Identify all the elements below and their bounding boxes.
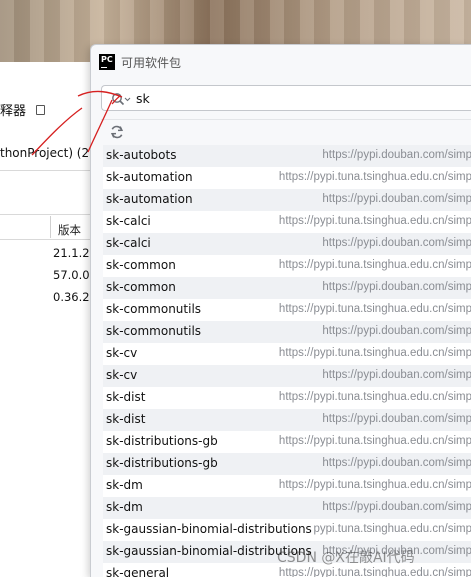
package-name: sk-gaussian-binomial-distributions [106,544,312,558]
divider [0,214,100,215]
repository-url: https://pypi.douban.com/simp [322,413,471,425]
package-name: sk-automation [106,170,193,184]
column-separator [50,216,51,238]
list-item[interactable]: sk-dm https://pypi.douban.com/simp [103,497,471,519]
divider [101,119,471,120]
repository-url: https://pypi.douban.com/simp [322,281,471,293]
repository-url: https://pypi.tuna.tsinghua.edu.cn/simp [278,391,471,403]
list-item[interactable]: sk-commonutils https://pypi.tuna.tsinghua… [103,299,471,321]
repository-url: https://pypi.douban.com/simp [322,545,471,557]
project-interpreter-select[interactable]: thonProject) (2) [0,146,94,160]
repository-url: https://pypi.douban.com/simp [322,149,471,161]
package-name: sk-dist [106,412,146,426]
search-input[interactable] [136,89,436,107]
package-version: 21.1.2 [53,246,90,260]
list-item[interactable]: sk-commonutils https://pypi.douban.com/si… [103,321,471,343]
package-name: sk-dist [106,390,146,404]
list-item[interactable]: sk-calci https://pypi.douban.com/simp [103,233,471,255]
package-name: sk-dm [106,500,143,514]
window-icon[interactable] [36,105,45,115]
list-item[interactable]: sk-gaussian-binomial-distributions https:… [103,541,471,563]
list-item[interactable]: sk-cv https://pypi.tuna.tsinghua.edu.cn/s… [103,343,471,365]
dialog-title: 可用软件包 [121,56,182,70]
package-name: sk-distributions-gb [106,456,218,470]
list-item[interactable]: sk-dist https://pypi.douban.com/simp [103,409,471,431]
list-item[interactable]: sk-dm https://pypi.tuna.tsinghua.edu.cn/s… [103,475,471,497]
package-name: sk-automation [106,192,193,206]
list-item[interactable]: sk-distributions-gb https://pypi.douban.c… [103,453,471,475]
repository-url: https://pypi.tuna.tsinghua.edu.cn/simp [278,435,471,447]
list-item[interactable]: sk-calci https://pypi.tuna.tsinghua.edu.c… [103,211,471,233]
repository-url: https://pypi.tuna.tsinghua.edu.cn/simp [278,347,471,359]
pycharm-logo-icon: PC [99,54,115,70]
refresh-icon[interactable] [108,123,126,141]
list-item[interactable]: sk-common https://pypi.tuna.tsinghua.edu.… [103,255,471,277]
package-version: 57.0.0 [53,268,90,282]
package-name: sk-autobots [106,148,177,162]
package-name: sk-cv [106,346,138,360]
list-item[interactable]: sk-common https://pypi.douban.com/simp [103,277,471,299]
repository-url: https://pypi.tuna.tsinghua.edu.cn/simp [278,303,471,315]
interpreter-label: 释器 [0,104,27,119]
package-name: sk-commonutils [106,302,202,316]
package-name: sk-distributions-gb [106,434,218,448]
repository-url: https://pypi.tuna.tsinghua.edu.cn/simp [278,259,471,271]
repository-url: https://pypi.douban.com/simp [322,501,471,513]
repository-url: pypi.tuna.tsinghua.edu.cn/simp [313,523,471,535]
package-name: sk-gaussian-binomial-distributions [106,522,312,536]
dialog-titlebar[interactable]: PC 可用软件包 [91,45,471,79]
package-version: 0.36.2 [53,290,90,304]
list-item[interactable]: sk-distributions-gb https://pypi.tuna.tsi… [103,431,471,453]
package-name: sk-dm [106,478,143,492]
column-header-version[interactable]: 版本 [58,222,81,238]
list-item[interactable]: sk-automation https://pypi.douban.com/sim… [103,189,471,211]
repository-url: https://pypi.tuna.tsinghua.edu.cn/simp [278,215,471,227]
package-name: sk-common [106,280,176,294]
list-item[interactable]: sk-autobots https://pypi.douban.com/simp [103,145,471,167]
package-name: sk-calci [106,214,151,228]
repository-url: https://pypi.tuna.tsinghua.edu.cn/simp [278,171,471,183]
list-item[interactable]: sk-cv https://pypi.douban.com/simp [103,365,471,387]
repository-url: https://pypi.douban.com/simp [322,325,471,337]
list-item[interactable]: sk-gaussian-binomial-distributions pypi.t… [103,519,471,541]
package-name: sk-common [106,258,176,272]
list-item[interactable]: sk-automation https://pypi.tuna.tsinghua.… [103,167,471,189]
package-name: sk-general [106,566,170,577]
repository-url: https://pypi.douban.com/simp [322,193,471,205]
list-item[interactable]: sk-dist https://pypi.tuna.tsinghua.edu.cn… [103,387,471,409]
divider [0,170,100,171]
list-item[interactable]: sk-general https://pypi.tuna.tsinghua.edu… [103,563,471,577]
available-packages-dialog: PC 可用软件包 sk-autobots https://pypi.douban.… [90,44,471,577]
divider [0,239,100,240]
repository-url: https://pypi.douban.com/simp [322,237,471,249]
repository-url: https://pypi.douban.com/simp [322,369,471,381]
repository-url: https://pypi.tuna.tsinghua.edu.cn/simp [278,479,471,491]
package-name: sk-commonutils [106,324,202,338]
package-list[interactable]: sk-autobots https://pypi.douban.com/simp s… [103,145,471,577]
search-icon[interactable] [111,91,131,110]
repository-url: https://pypi.douban.com/simp [322,457,471,469]
search-field[interactable] [101,85,471,111]
package-name: sk-cv [106,368,138,382]
package-name: sk-calci [106,236,151,250]
